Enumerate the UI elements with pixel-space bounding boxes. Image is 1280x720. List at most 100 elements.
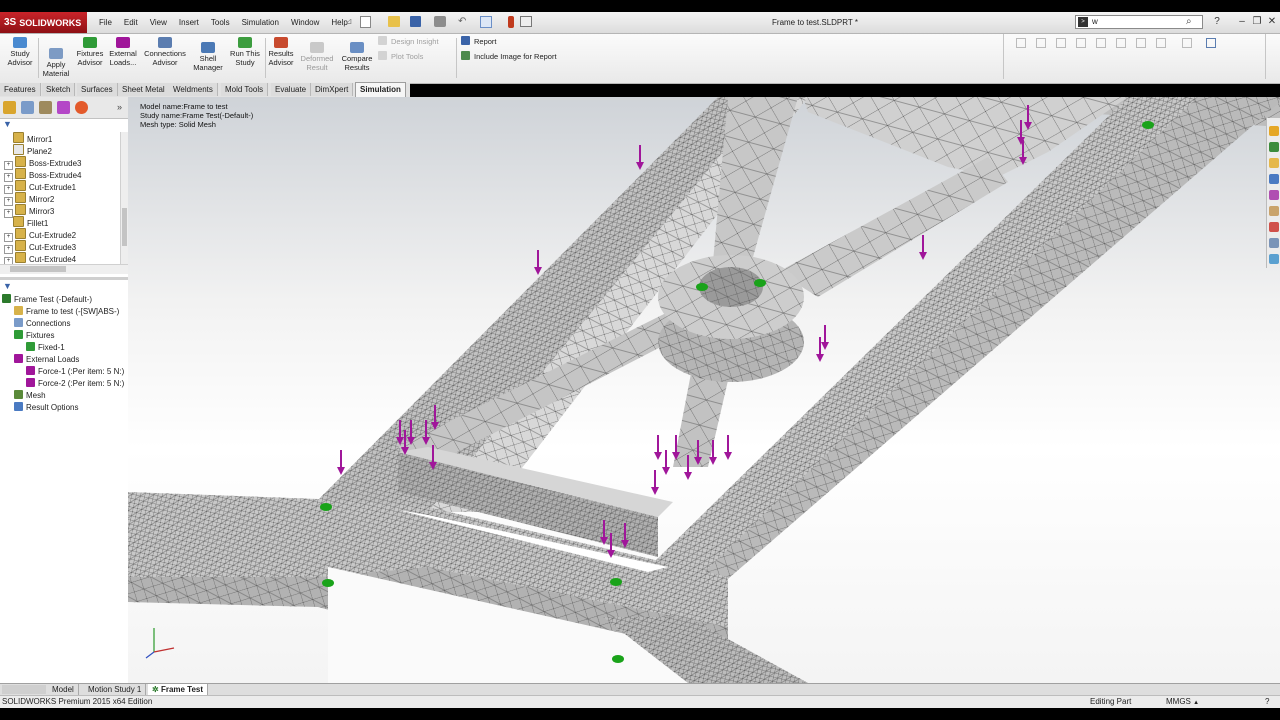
tab-model[interactable]: Model [48, 684, 79, 695]
fixture-marker[interactable] [754, 279, 766, 287]
study-tree-item[interactable]: Fixtures [14, 330, 54, 342]
force-arrow[interactable] [636, 145, 644, 170]
options-icon[interactable] [520, 16, 532, 27]
tab-features[interactable]: Features [0, 83, 41, 96]
toolbar-icon[interactable] [1156, 38, 1166, 48]
feature-tree-item[interactable]: + Boss-Extrude3 [4, 156, 81, 170]
fixture-marker[interactable] [612, 655, 624, 663]
fixture-marker[interactable] [610, 578, 622, 586]
study-tree-item[interactable]: Force-2 (:Per item: 5 N:) [26, 378, 124, 390]
toolbar-icon[interactable] [1016, 38, 1026, 48]
search-icon[interactable]: ⌕ [1186, 16, 1192, 27]
toolbar-icon[interactable] [1036, 38, 1046, 48]
panel-splitter[interactable] [0, 277, 128, 280]
menu-tools[interactable]: Tools [211, 18, 230, 27]
toolbar-icon[interactable] [1116, 38, 1126, 48]
study-tree-item[interactable]: Frame Test (-Default-) [2, 294, 92, 306]
chevron-right-icon[interactable]: » [117, 102, 122, 112]
solidworks-resources-icon[interactable] [1269, 126, 1279, 136]
study-tree-item[interactable]: Mesh [14, 390, 46, 402]
tile-icon[interactable]: ▣ [1200, 97, 1208, 98]
help-icon[interactable]: ? [1210, 15, 1224, 29]
compare-results-button[interactable]: Compare Results [338, 36, 376, 72]
toolbar-icon[interactable] [1136, 38, 1146, 48]
dimxpert-tab-icon[interactable] [57, 101, 70, 114]
search-box[interactable]: > w ⌕ [1075, 15, 1203, 29]
force-arrow[interactable] [724, 435, 732, 460]
property-manager-tab-icon[interactable] [21, 101, 34, 114]
include-image-button[interactable]: Include Image for Report [461, 51, 557, 63]
toolbox-icon[interactable] [1269, 238, 1279, 248]
deformed-result-button[interactable]: Deformed Result [298, 36, 336, 72]
menu-edit[interactable]: Edit [124, 18, 138, 27]
units-label[interactable]: MMGS ▲ [1166, 696, 1199, 708]
tab-sheet-metal[interactable]: Sheet Metal [118, 83, 170, 96]
tab-weldments[interactable]: Weldments [169, 83, 218, 96]
configuration-manager-tab-icon[interactable] [39, 101, 52, 114]
fixtures-advisor-button[interactable]: Fixtures Advisor [74, 36, 106, 67]
search-commands-icon[interactable]: > [1078, 17, 1088, 27]
menu-window[interactable]: Window [291, 18, 319, 27]
help-icon[interactable]: ? [1265, 696, 1269, 708]
tab-surfaces[interactable]: Surfaces [77, 83, 118, 96]
plot-tools-button[interactable]: Plot Tools [378, 51, 423, 63]
apply-material-button[interactable]: Apply Material [40, 36, 72, 78]
feature-tree-item[interactable]: Fillet1 [4, 216, 48, 228]
results-advisor-button[interactable]: Results Advisor [266, 36, 296, 67]
force-arrow[interactable] [337, 450, 345, 475]
feature-tree-scrollbar[interactable] [120, 132, 128, 264]
force-arrow[interactable] [534, 250, 542, 275]
external-loads-button[interactable]: External Loads... [106, 36, 140, 67]
feature-tree-item[interactable]: + Cut-Extrude1 [4, 180, 76, 194]
design-library-icon[interactable] [1269, 142, 1279, 152]
tab-evaluate[interactable]: Evaluate [271, 83, 312, 96]
save-icon[interactable] [410, 16, 421, 27]
close-button[interactable]: ✕ [1265, 15, 1279, 29]
new-document-icon[interactable] [360, 16, 371, 28]
tab-frame-test[interactable]: ✲ Frame Test [148, 684, 209, 695]
feature-tree-tab-icon[interactable] [3, 101, 16, 114]
viewport-close-icon[interactable]: ✕ [1256, 97, 1263, 98]
menu-file[interactable]: File [99, 18, 112, 27]
report-button[interactable]: Report [461, 36, 497, 48]
study-tree-item[interactable]: Force-1 (:Per item: 5 N:) [26, 366, 124, 378]
display-manager-tab-icon[interactable] [75, 101, 88, 114]
feature-tree-item[interactable]: + Mirror3 [4, 204, 54, 218]
tab-mold-tools[interactable]: Mold Tools [221, 83, 269, 96]
menu-view[interactable]: View [150, 18, 167, 27]
filter-icon[interactable]: ▼ [3, 281, 12, 291]
viewport-restore-icon[interactable]: ❐ [1242, 97, 1249, 98]
feature-tree-item[interactable]: Plane2 [4, 144, 52, 156]
toolbar-icon[interactable] [1056, 38, 1066, 48]
undo-icon[interactable]: ↶ [458, 16, 469, 27]
split-icon[interactable]: ▤ [1214, 97, 1222, 98]
tab-motion-study-1[interactable]: Motion Study 1 [84, 684, 147, 695]
select-icon[interactable] [480, 16, 492, 28]
toolbar-icon[interactable] [1096, 38, 1106, 48]
rebuild-icon[interactable] [508, 16, 514, 28]
filter-icon[interactable]: ▼ [3, 119, 12, 129]
force-arrow[interactable] [662, 450, 670, 475]
file-explorer-icon[interactable] [1269, 158, 1279, 168]
connections-advisor-button[interactable]: Connections Advisor [142, 36, 188, 67]
forum-icon[interactable] [1269, 222, 1279, 232]
3d-content-icon[interactable] [1269, 254, 1279, 264]
menu-insert[interactable]: Insert [179, 18, 199, 27]
minimize-button[interactable]: – [1235, 15, 1249, 29]
study-tree-item[interactable]: Fixed-1 [26, 342, 65, 354]
feature-tree-item[interactable]: + Boss-Extrude4 [4, 168, 81, 182]
study-tree-item[interactable]: Connections [14, 318, 70, 330]
feature-tree-item[interactable]: Mirror1 [4, 132, 52, 144]
force-arrow[interactable] [654, 435, 662, 460]
toolbar-icon[interactable] [1182, 38, 1192, 48]
solidworks-logo[interactable]: 3S SOLIDWORKS [0, 12, 87, 33]
fixture-marker[interactable] [320, 503, 332, 511]
menu-simulation[interactable]: Simulation [242, 18, 279, 27]
study-tree-item[interactable]: Frame to test (-[SW]ABS-) [14, 306, 119, 318]
toolbar-icon[interactable] [1076, 38, 1086, 48]
fixture-marker[interactable] [1142, 121, 1154, 129]
fixture-marker[interactable] [322, 579, 334, 587]
print-icon[interactable] [434, 16, 446, 27]
viewport-minimize-icon[interactable]: – [1228, 97, 1232, 98]
fixture-marker[interactable] [696, 283, 708, 291]
